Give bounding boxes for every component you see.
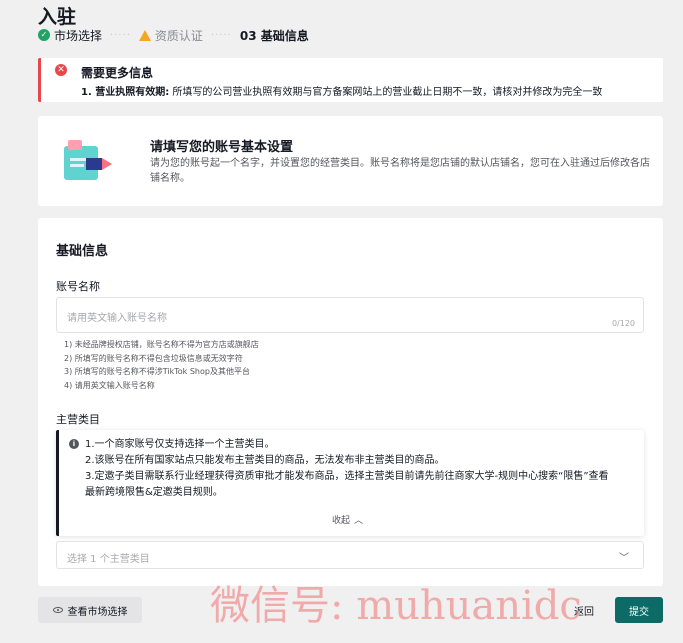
step-basic-info: 03 基础信息 [240,27,309,44]
category-label: 主营类目 [56,413,100,426]
warning-icon [138,29,151,41]
step-basic-info-label: 03 基础信息 [239,28,309,43]
account-name-input[interactable]: 请用英文输入账号名称 0/120 [56,297,644,333]
notice-item: 2.该账号在所有国家站点只能发布主营类目的商品，无法发布非主营类目的商品。 [85,455,445,466]
category-select-placeholder: 选择 1 个主营类目 [67,554,150,565]
category-notice-text: 1.一个商家账号仅支持选择一个主营类目。 2.该账号在所有国家站点只能发布主营类… [85,437,615,501]
category-select[interactable]: 选择 1 个主营类目 ﹀ [56,541,644,569]
step-qualification: 资质认证 [138,27,203,44]
submit-button[interactable]: 提交 [615,597,663,623]
hint-item: 3) 所填写的账号名称不得涉TikTok Shop及其他平台 [64,367,250,376]
category-notice: i 1.一个商家账号仅支持选择一个主营类目。 2.该账号在所有国家站点只能发布主… [56,430,644,536]
alert-item-text: 所填写的公司营业执照有效期与官方备案网站上的营业截止日期不一致，请核对并修改为完… [169,87,603,98]
hint-item: 4) 请用英文输入账号名称 [64,380,155,390]
error-icon: ✕ [55,64,67,76]
info-icon: i [69,439,79,449]
step-market-label: 市场选择 [54,28,103,43]
intro-card: 请填写您的账号基本设置 请为您的账号起一个名字，并设置您的经营类目。账号名称将是… [38,116,663,206]
hint-item: 1) 未经品牌授权店铺，账号名称不得为官方店或旗舰店 [64,340,259,349]
account-name-hints: 1) 未经品牌授权店铺，账号名称不得为官方店或旗舰店 2) 所填写的账号名称不得… [64,338,259,392]
hint-item: 2) 所填写的账号名称不得包含垃圾信息或无效字符 [64,353,243,363]
intro-title: 请填写您的账号基本设置 [150,140,294,155]
page-title: 入驻 [38,6,77,28]
chevron-down-icon: ﹀ [619,553,629,564]
view-market-button[interactable]: 查看市场选择 [38,597,142,623]
error-alert: ✕ 需要更多信息 1. 营业执照有效期: 所填写的公司营业执照有效期与官方备案网… [38,58,663,102]
collapse-button[interactable]: 收起 ︿ [332,513,363,526]
char-counter: 0/120 [611,319,635,328]
check-circle-icon: ✓ [38,29,50,41]
step-separator: ····· [110,29,131,41]
account-name-placeholder: 请用英文输入账号名称 [67,313,167,324]
view-market-label: 查看市场选择 [67,606,128,618]
back-button[interactable]: 返回 [562,597,606,623]
chevron-up-icon: ︿ [354,516,364,526]
intro-description: 请为您的账号起一个名字，并设置您的经营类目。账号名称将是您店铺的默认店铺名，您可… [150,158,650,184]
section-title: 基础信息 [56,244,109,259]
step-qualification-label: 资质认证 [154,28,203,43]
alert-item: 1. 营业执照有效期: 所填写的公司营业执照有效期与官方备案网站上的营业截止日期… [81,83,602,98]
collapse-label: 收起 [332,516,351,526]
step-market: ✓ 市场选择 [38,27,102,44]
notice-item: 3.定邀子类目需联系行业经理获得资质审批才能发布商品，选择主营类目前请先前往商家… [85,471,609,498]
basic-info-card: 基础信息 账号名称 请用英文输入账号名称 0/120 1) 未经品牌授权店铺，账… [38,218,663,586]
step-indicator: ✓ 市场选择 ····· 资质认证 ····· 03 基础信息 [38,27,309,43]
alert-title: 需要更多信息 [81,66,154,80]
notice-item: 1.一个商家账号仅支持选择一个主营类目。 [85,439,275,450]
step-separator: ····· [210,29,232,41]
account-name-label: 账号名称 [56,280,100,293]
alert-item-label: 1. 营业执照有效期: [81,87,170,98]
store-setup-illustration-icon [62,136,114,184]
eye-icon [52,607,63,613]
